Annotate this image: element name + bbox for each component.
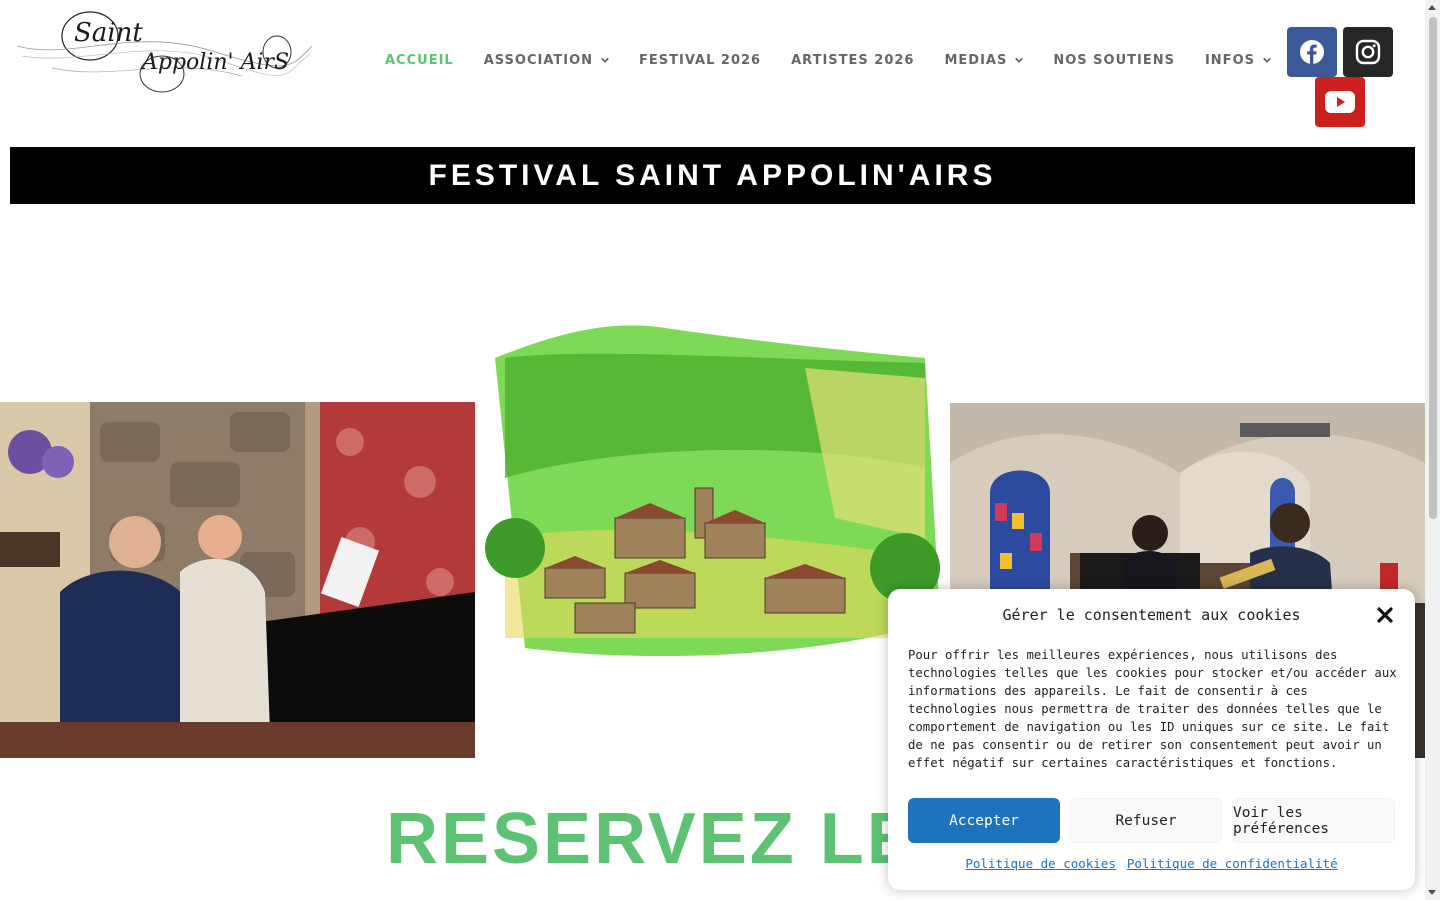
nav-item-infos[interactable]: INFOS xyxy=(1205,53,1271,68)
nav-label: ASSOCIATION xyxy=(483,52,594,68)
refuse-button[interactable]: Refuser xyxy=(1070,798,1222,843)
scroll-down-arrow-icon[interactable] xyxy=(1428,890,1436,895)
scroll-up-arrow-icon[interactable] xyxy=(1428,5,1436,10)
instagram-link[interactable] xyxy=(1343,27,1393,77)
view-preferences-button[interactable]: Voir les préférences xyxy=(1232,798,1395,843)
nav-label: ARTISTES 2026 xyxy=(791,52,915,68)
chevron-down-icon xyxy=(601,57,609,63)
chevron-down-icon xyxy=(1263,57,1271,63)
instagram-icon xyxy=(1355,39,1381,65)
nav-item-artistes-2026[interactable]: ARTISTES 2026 xyxy=(791,53,914,68)
facebook-link[interactable] xyxy=(1287,27,1337,77)
nav-item-association[interactable]: ASSOCIATION xyxy=(484,53,609,68)
youtube-icon xyxy=(1325,91,1355,113)
page-scrollbar[interactable] xyxy=(1425,0,1440,900)
nav-label: FESTIVAL 2026 xyxy=(639,52,762,68)
accept-button[interactable]: Accepter xyxy=(908,798,1060,843)
youtube-link[interactable] xyxy=(1315,77,1365,127)
scrollbar-thumb[interactable] xyxy=(1429,17,1437,519)
cookie-policy-link[interactable]: Politique de cookies xyxy=(965,856,1116,871)
nav-item-medias[interactable]: MEDIAS xyxy=(944,52,1024,68)
privacy-policy-link[interactable]: Politique de confidentialité xyxy=(1127,856,1338,871)
main-nav: ACCUEIL ASSOCIATION FESTIVAL 2026 ARTIST… xyxy=(385,49,1301,71)
banner-title: FESTIVAL SAINT APPOLIN'AIRS xyxy=(428,158,997,192)
close-icon[interactable] xyxy=(1376,606,1394,624)
cookie-dialog-body: Pour offrir les meilleures expériences, … xyxy=(908,648,1397,770)
nav-label: INFOS xyxy=(1204,52,1255,68)
cookie-dialog-title: Gérer le consentement aux cookies xyxy=(1002,606,1301,624)
nav-item-accueil[interactable]: ACCUEIL xyxy=(385,53,454,68)
nav-label: MEDIAS xyxy=(944,52,1008,68)
logo-text-line2: Appolin' AirS xyxy=(142,50,290,75)
photo-pianists xyxy=(0,402,475,758)
facebook-icon xyxy=(1300,40,1324,64)
cookie-policy-links: Politique de cookies Politique de confid… xyxy=(888,856,1415,871)
festival-banner: FESTIVAL SAINT APPOLIN'AIRS xyxy=(10,147,1415,204)
nav-item-nos-soutiens[interactable]: NOS SOUTIENS xyxy=(1053,53,1175,68)
nav-label: ACCUEIL xyxy=(385,52,454,68)
cookie-consent-dialog: Gérer le consentement aux cookies Pour o… xyxy=(888,589,1415,890)
chevron-down-icon xyxy=(1015,57,1024,63)
nav-label: NOS SOUTIENS xyxy=(1053,52,1175,68)
logo-text-line1: Saint xyxy=(74,18,143,48)
nav-item-festival-2026[interactable]: FESTIVAL 2026 xyxy=(639,53,761,68)
site-logo[interactable]: Saint Appolin' AirS xyxy=(12,6,314,98)
village-illustration xyxy=(485,318,950,696)
